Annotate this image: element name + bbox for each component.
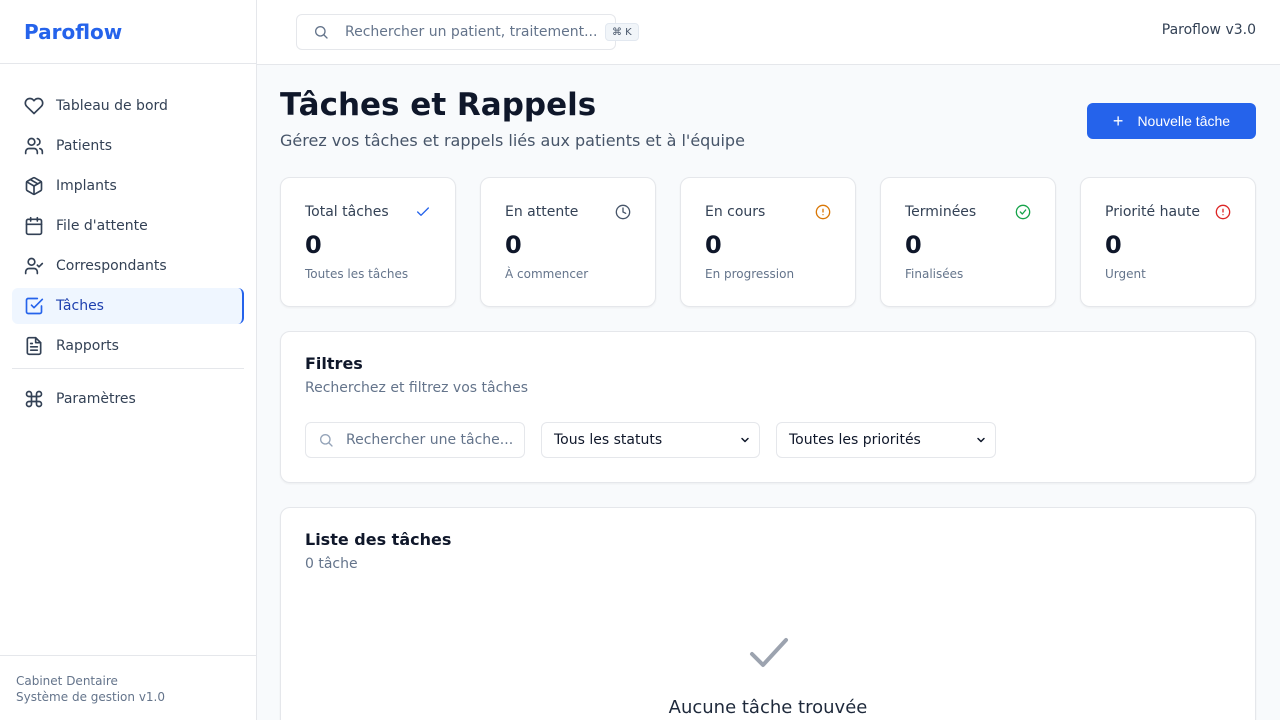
sidebar-item-label: Tableau de bord xyxy=(56,98,168,114)
task-count: 0 tâche xyxy=(305,556,358,572)
stat-card-done: Terminées 0 Finalisées xyxy=(880,177,1056,307)
app-version: Paroflow v3.0 xyxy=(1161,22,1256,38)
sidebar-item-label: File d'attente xyxy=(56,218,148,234)
calendar-icon xyxy=(24,216,44,236)
stat-desc: Finalisées xyxy=(905,267,964,281)
brand-logo[interactable]: Paroflow xyxy=(0,0,256,64)
shortcut-badge: ⌘ K xyxy=(605,23,639,41)
status-select-value: Tous les statuts xyxy=(554,432,663,448)
stat-label: Total tâches xyxy=(305,204,389,220)
stat-desc: Toutes les tâches xyxy=(305,267,409,281)
users-icon xyxy=(24,136,44,156)
sidebar-item-reports[interactable]: Rapports xyxy=(12,328,244,364)
nav-divider xyxy=(12,368,244,369)
check-circle-icon xyxy=(1015,204,1031,220)
check-icon xyxy=(415,204,431,220)
priority-select[interactable]: Toutes les priorités xyxy=(776,422,996,458)
stat-label: En cours xyxy=(705,204,766,220)
task-list-card: Liste des tâches 0 tâche Aucune tâche tr… xyxy=(280,507,1256,720)
alert-circle-icon xyxy=(1215,204,1231,220)
command-icon xyxy=(24,389,44,409)
search-icon xyxy=(313,24,329,40)
sidebar: Paroflow Tableau de bord Patients Implan… xyxy=(0,0,257,720)
stat-value: 0 xyxy=(1105,231,1122,259)
stat-card-total: Total tâches 0 Toutes les tâches xyxy=(280,177,456,307)
page-title: Tâches et Rappels xyxy=(280,87,597,123)
footer-org: Cabinet Dentaire xyxy=(16,674,118,688)
chevron-down-icon xyxy=(739,434,751,446)
sidebar-item-queue[interactable]: File d'attente xyxy=(12,208,244,244)
filters-card: Filtres Recherchez et filtrez vos tâches… xyxy=(280,331,1256,483)
status-select[interactable]: Tous les statuts xyxy=(541,422,760,458)
alert-circle-icon xyxy=(815,204,831,220)
stat-value: 0 xyxy=(305,231,322,259)
stat-card-in-progress: En cours 0 En progression xyxy=(680,177,856,307)
task-search-input[interactable]: Rechercher une tâche... xyxy=(305,422,525,458)
sidebar-item-label: Rapports xyxy=(56,338,119,354)
sidebar-item-label: Implants xyxy=(56,178,117,194)
sidebar-nav: Tableau de bord Patients Implants File d… xyxy=(0,64,256,417)
file-text-icon xyxy=(24,336,44,356)
clock-icon xyxy=(615,204,631,220)
new-task-button[interactable]: + Nouvelle tâche xyxy=(1087,103,1256,139)
stat-card-high-priority: Priorité haute 0 Urgent xyxy=(1080,177,1256,307)
task-list-title: Liste des tâches xyxy=(305,530,452,549)
empty-state-text: Aucune tâche trouvée xyxy=(668,697,868,718)
stat-value: 0 xyxy=(505,231,522,259)
check-icon xyxy=(748,636,790,670)
sidebar-item-settings[interactable]: Paramètres xyxy=(12,381,244,417)
sidebar-item-implants[interactable]: Implants xyxy=(12,168,244,204)
filters-title: Filtres xyxy=(305,354,363,373)
plus-icon: + xyxy=(1112,111,1124,131)
package-icon xyxy=(24,176,44,196)
stat-desc: Urgent xyxy=(1105,267,1146,281)
new-task-label: Nouvelle tâche xyxy=(1137,113,1231,129)
page-subtitle: Gérez vos tâches et rappels liés aux pat… xyxy=(280,131,745,150)
global-search-input[interactable]: Rechercher un patient, traitement... xyxy=(296,14,616,50)
task-search-placeholder: Rechercher une tâche... xyxy=(346,432,514,448)
sidebar-item-label: Tâches xyxy=(56,298,104,314)
stat-label: Priorité haute xyxy=(1105,204,1201,220)
stat-label: En attente xyxy=(505,204,579,220)
search-placeholder: Rechercher un patient, traitement... xyxy=(345,24,598,40)
stat-value: 0 xyxy=(705,231,722,259)
stat-label: Terminées xyxy=(905,204,977,220)
topbar: Rechercher un patient, traitement... ⌘ K… xyxy=(257,0,1280,65)
stat-desc: À commencer xyxy=(505,267,589,281)
sidebar-item-label: Patients xyxy=(56,138,113,154)
priority-select-value: Toutes les priorités xyxy=(789,432,921,448)
stat-value: 0 xyxy=(905,231,922,259)
sidebar-item-tasks[interactable]: Tâches xyxy=(12,288,244,324)
search-icon xyxy=(318,432,334,448)
footer-version: Système de gestion v1.0 xyxy=(16,690,165,704)
sidebar-item-label: Correspondants xyxy=(56,258,167,274)
sidebar-item-label: Paramètres xyxy=(56,391,136,407)
filters-subtitle: Recherchez et filtrez vos tâches xyxy=(305,380,529,396)
stat-card-pending: En attente 0 À commencer xyxy=(480,177,656,307)
user-check-icon xyxy=(24,256,44,276)
sidebar-item-dashboard[interactable]: Tableau de bord xyxy=(12,88,244,124)
stat-desc: En progression xyxy=(705,267,795,281)
heart-icon xyxy=(24,96,44,116)
sidebar-item-correspondents[interactable]: Correspondants xyxy=(12,248,244,284)
sidebar-footer: Cabinet Dentaire Système de gestion v1.0 xyxy=(0,655,256,720)
sidebar-item-patients[interactable]: Patients xyxy=(12,128,244,164)
chevron-down-icon xyxy=(975,434,987,446)
check-square-icon xyxy=(24,296,44,316)
stats-row: Total tâches 0 Toutes les tâches En atte… xyxy=(280,177,1256,307)
